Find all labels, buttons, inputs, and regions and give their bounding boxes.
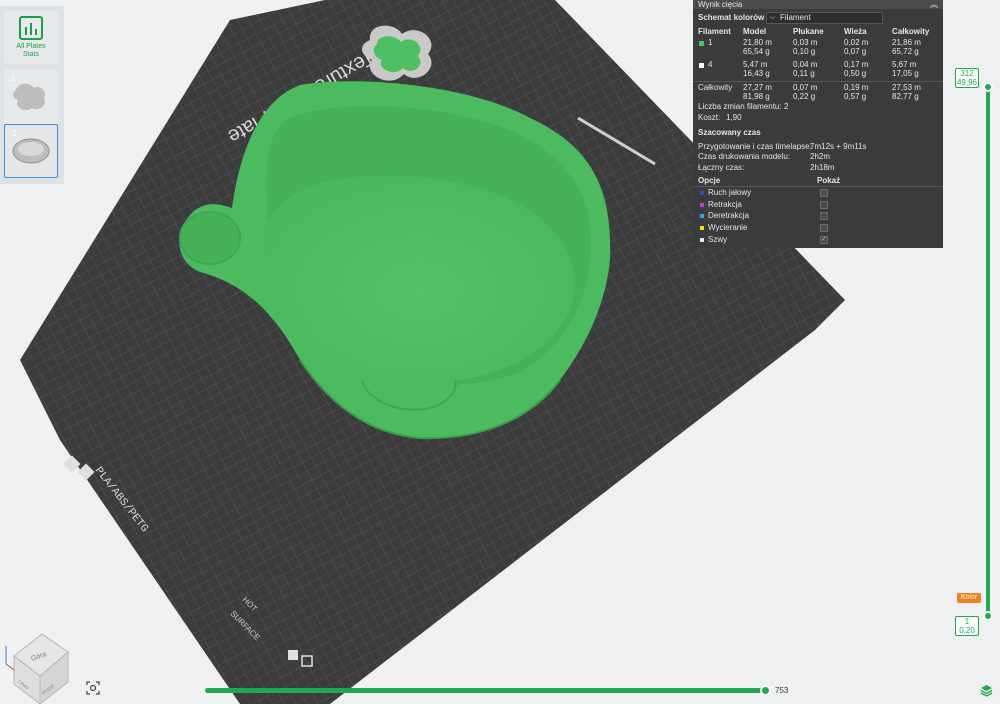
bottom-layer-label: 1 0,20 (955, 616, 979, 636)
bottom-layer-height: 0,20 (959, 626, 975, 635)
option-travel-label: Ruch jałowy (708, 188, 752, 197)
col-filament: Filament (698, 27, 731, 36)
all-plates-stats-button[interactable]: All Plates Stats (4, 10, 58, 64)
plate-1-number: 1 (11, 74, 16, 83)
stats-label-line-2: Stats (23, 51, 39, 58)
options-header: Opcje (698, 176, 721, 185)
travel-color-swatch (700, 191, 704, 195)
option-wipe-checkbox[interactable] (820, 224, 828, 232)
move-slider-track[interactable] (205, 688, 767, 693)
plate-1-thumbnail[interactable]: 1 (4, 70, 58, 124)
filament-4-flush-weight: 0,11 g (793, 69, 815, 78)
layer-slider-bottom-handle[interactable] (983, 611, 993, 621)
top-layer-label: 312 49,96 (955, 68, 979, 88)
total-flush-weight: 0,22 g (793, 92, 816, 101)
wipe-color-swatch (700, 226, 704, 230)
color-button[interactable]: Kolor (957, 593, 981, 603)
filament-1-flush-weight: 0,10 g (793, 47, 816, 56)
plate-list: All Plates Stats 1 2 (0, 6, 64, 184)
chevron-down-icon: ⌵ (770, 14, 776, 21)
filament-1-model-weight: 65,54 g (743, 47, 770, 56)
filament-4-model-weight: 16,43 g (743, 69, 770, 78)
top-layer-number: 312 (960, 69, 974, 78)
seams-color-swatch (700, 238, 704, 242)
total-time-value: 2h18m (810, 163, 835, 172)
filament-1-swatch (699, 41, 704, 46)
option-retraction-label: Retrakcja (708, 200, 742, 209)
cost-value: 1,90 (726, 113, 742, 122)
retraction-color-swatch (700, 203, 704, 207)
stats-icon (19, 16, 43, 40)
panel-title: Wynik cięcia (698, 0, 743, 9)
total-total-weight: 82,77 g (892, 92, 919, 101)
slicing-result-panel: Wynik cięcia ︽ Schemat kolorów ⌵ Filamen… (693, 0, 943, 248)
estimated-time-title: Szacowany czas (698, 128, 761, 137)
options-divider (693, 186, 943, 187)
option-travel-checkbox[interactable] (820, 189, 828, 197)
option-seams-label: Szwy (708, 235, 728, 244)
plate-2-number: 2 (12, 129, 17, 138)
total-tower-weight: 0,57 g (844, 92, 867, 101)
filament-1-tower-weight: 0,07 g (844, 47, 867, 56)
white-part[interactable] (362, 25, 432, 81)
divider (693, 81, 943, 82)
top-layer-height: 49,96 (956, 78, 978, 87)
option-deretraction-label: Deretrakcja (708, 211, 749, 220)
filament-4-id: 4 (708, 60, 713, 69)
option-seams-checkbox[interactable] (820, 235, 828, 244)
move-slider-handle[interactable] (760, 685, 771, 696)
total-model-weight: 81,98 g (743, 92, 770, 101)
layer-slider-top-handle[interactable] (983, 82, 993, 92)
collapse-chevron-icon[interactable]: ︽ (930, 0, 938, 9)
option-wipe-label: Wycieranie (708, 223, 748, 232)
filament-4-total-weight: 17,05 g (892, 69, 919, 78)
deretraction-color-swatch (700, 214, 704, 218)
filament-changes-value: 2 (784, 102, 789, 111)
print-time-value: 2h2m (810, 152, 831, 161)
plate-2-thumbnail[interactable]: 2 (4, 124, 58, 178)
stats-label-line-1: All Plates (16, 43, 46, 50)
col-model: Model (743, 27, 767, 36)
fit-view-icon[interactable] (86, 681, 100, 695)
col-tower: Wieża (844, 27, 867, 36)
layers-icon[interactable] (980, 684, 993, 697)
filament-1-total-weight: 65,72 g (892, 47, 919, 56)
show-header: Pokaż (817, 176, 841, 185)
cost-label: Koszt: (698, 113, 721, 122)
total-time-label: Łączny czas: (698, 163, 745, 172)
bottom-layer-number: 1 (964, 617, 970, 626)
stats-label: All Plates Stats (4, 43, 58, 59)
total-row-label: Całkowity (698, 83, 733, 92)
print-time-label: Czas drukowania modelu: (698, 152, 791, 161)
filament-1-id: 1 (708, 38, 713, 47)
color-scheme-select[interactable]: ⌵ Filament (766, 12, 883, 24)
panel-titlebar: Wynik cięcia ︽ (693, 0, 943, 9)
color-scheme-value: Filament (780, 13, 811, 22)
prep-time-value: 7m12s + 9m11s (810, 142, 867, 151)
col-flushed: Płukane (793, 27, 824, 36)
view-cube[interactable]: Góra Lewo Przód (5, 633, 69, 704)
color-scheme-label: Schemat kolorów (698, 13, 765, 22)
option-deretraction-checkbox[interactable] (820, 212, 828, 220)
layer-slider-track[interactable] (986, 86, 990, 616)
filament-4-swatch (699, 63, 704, 68)
col-total: Całkowity (892, 27, 930, 36)
filament-changes-label: Liczba zmian filamentu: (698, 102, 782, 111)
filament-4-tower-weight: 0,50 g (844, 69, 867, 78)
move-slider-value: 753 (775, 686, 789, 695)
prep-time-label: Przygotowanie i czas timelapse: (698, 142, 812, 151)
option-retraction-checkbox[interactable] (820, 201, 828, 209)
